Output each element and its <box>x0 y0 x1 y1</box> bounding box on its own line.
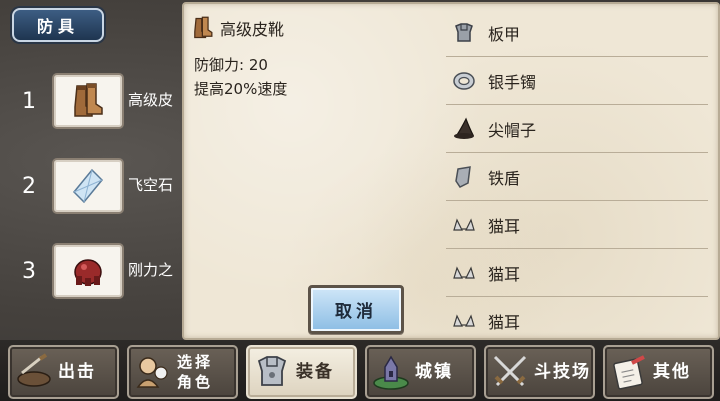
bracelet-icon <box>452 69 476 93</box>
detail-header: 高级皮靴 <box>192 16 284 40</box>
cancel-button-label: 取消 <box>335 302 377 322</box>
plate-armor-icon <box>452 21 476 45</box>
swords-icon <box>490 352 530 392</box>
slot-item-name: 刚力之 <box>128 261 174 279</box>
list-item[interactable]: 板甲 <box>446 9 708 57</box>
equipment-panel: 高级皮靴 防御力: 20 提高20%速度 取消 板甲 银手镯 尖帽子 铁盾 猫耳… <box>182 2 720 340</box>
nav-label: 城镇 <box>415 362 453 382</box>
list-item-label: 猫耳 <box>488 264 521 284</box>
nav-label: 出击 <box>58 362 96 382</box>
equip-slot-1[interactable]: 1 高级皮 <box>0 73 182 131</box>
list-item[interactable]: 银手镯 <box>446 57 708 105</box>
game-screen: 防具 1 高级皮 2 飞空石 3 刚力之 高级皮靴 防御力: 20 提高20%速… <box>0 0 720 401</box>
category-tab-label: 防具 <box>36 17 79 36</box>
list-item-label: 猫耳 <box>488 216 521 236</box>
armor-icon <box>252 352 292 392</box>
list-item[interactable]: 铁盾 <box>446 153 708 201</box>
equip-slot-3[interactable]: 3 刚力之 <box>0 243 182 301</box>
cat-ears-icon <box>452 261 476 285</box>
slot-number: 2 <box>22 174 36 199</box>
boots-icon <box>74 83 103 117</box>
nav-equip-button[interactable]: 装备 <box>246 345 357 399</box>
slot-number: 3 <box>22 259 36 284</box>
slot-item-box[interactable] <box>52 158 124 214</box>
list-item[interactable]: 尖帽子 <box>446 105 708 153</box>
list-item-label: 银手镯 <box>488 72 537 92</box>
shield-icon <box>452 165 476 189</box>
slot-item-name: 高级皮 <box>128 91 174 109</box>
list-item[interactable]: 猫耳 <box>446 201 708 249</box>
list-item-label: 板甲 <box>488 24 521 44</box>
nav-label: 装备 <box>296 362 334 382</box>
notes-icon <box>609 352 649 392</box>
boots-icon <box>194 16 213 39</box>
bottom-nav-bar: 出击 选择 角色 装备 城镇 斗技场 其他 <box>0 340 720 401</box>
crystal-icon <box>72 168 104 204</box>
item-list: 板甲 银手镯 尖帽子 铁盾 猫耳 猫耳 猫耳 <box>446 9 708 344</box>
list-item-label: 铁盾 <box>488 168 521 188</box>
nav-label: 斗技场 <box>534 362 591 382</box>
sortie-icon <box>14 352 54 392</box>
nav-select-character-button[interactable]: 选择 角色 <box>127 345 238 399</box>
cat-ears-icon <box>452 309 476 333</box>
category-tab-armor[interactable]: 防具 <box>12 8 104 42</box>
nav-other-button[interactable]: 其他 <box>603 345 714 399</box>
nav-label: 其他 <box>653 362 691 382</box>
gauntlet-icon <box>74 259 102 286</box>
list-item-label: 尖帽子 <box>488 120 537 140</box>
equip-slot-2[interactable]: 2 飞空石 <box>0 158 182 216</box>
slot-item-box[interactable] <box>52 73 124 129</box>
characters-icon <box>133 352 173 392</box>
cat-ears-icon <box>452 213 476 237</box>
list-item-label: 猫耳 <box>488 312 521 332</box>
nav-town-button[interactable]: 城镇 <box>365 345 476 399</box>
nav-sortie-button[interactable]: 出击 <box>8 345 119 399</box>
detail-defense: 防御力: 20 <box>194 56 268 74</box>
cancel-button[interactable]: 取消 <box>308 285 404 334</box>
list-item[interactable]: 猫耳 <box>446 297 708 344</box>
slot-item-name: 飞空石 <box>128 176 174 194</box>
pointed-hat-icon <box>452 117 476 141</box>
list-item[interactable]: 猫耳 <box>446 249 708 297</box>
nav-arena-button[interactable]: 斗技场 <box>484 345 595 399</box>
slot-number: 1 <box>22 89 36 114</box>
slot-item-box[interactable] <box>52 243 124 299</box>
detail-effect: 提高20%速度 <box>194 80 288 98</box>
nav-label: 选择 角色 <box>177 353 214 391</box>
town-icon <box>371 352 411 392</box>
detail-title: 高级皮靴 <box>220 20 285 39</box>
